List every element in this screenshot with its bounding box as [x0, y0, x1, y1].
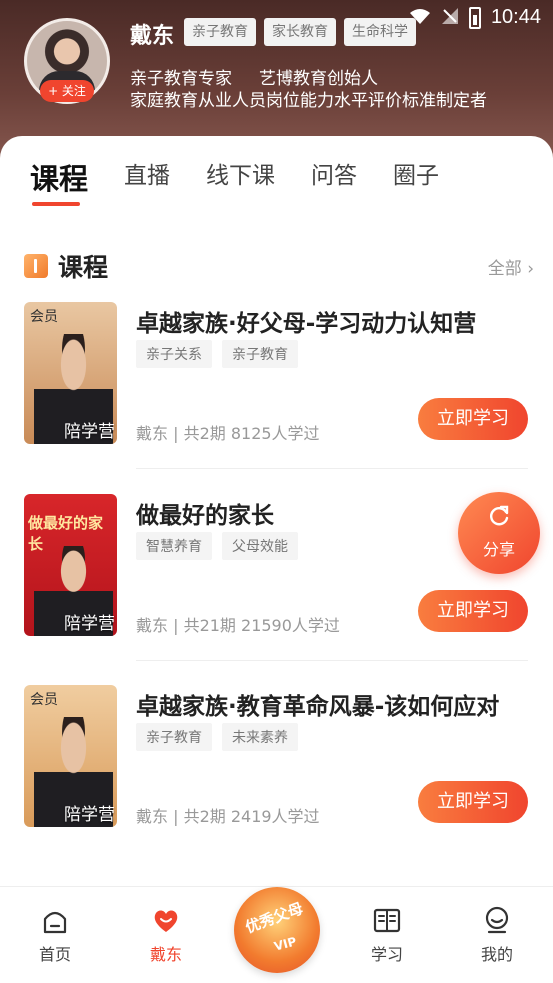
tab-qa[interactable]: 问答: [311, 156, 357, 198]
share-button[interactable]: 分享: [458, 492, 540, 574]
follow-button[interactable]: + 关注: [40, 80, 94, 102]
view-all-link[interactable]: 全部 ›: [488, 254, 534, 279]
course-cover[interactable]: 会员 陪学营: [24, 302, 117, 444]
profile-tags: 亲子教育 家长教育 生命科学: [184, 18, 416, 46]
course-tags: 亲子关系 亲子教育: [136, 340, 298, 368]
nav-home[interactable]: 首页: [25, 905, 85, 965]
course-meta: 戴东 | 共2期 8125人学过: [136, 424, 320, 443]
course-tag: 亲子关系: [136, 340, 212, 368]
nav-label: 戴东: [149, 945, 182, 964]
signal-icon: [441, 7, 459, 29]
tab-courses[interactable]: 课程: [30, 156, 88, 206]
study-now-button[interactable]: 立即学习: [418, 781, 528, 823]
profile-intro-line2: 家庭教育从业人员岗位能力水平评价标准制定者: [130, 91, 487, 111]
course-item[interactable]: 会员 陪学营 卓越家族·好父母-学习动力认知营 亲子关系 亲子教育 戴东 | 共…: [24, 302, 530, 448]
nav-profile[interactable]: 我的: [467, 905, 527, 965]
section-header: 课程 全部 ›: [24, 248, 534, 284]
vip-label: VIP: [272, 934, 298, 954]
tab-circle[interactable]: 圈子: [393, 156, 439, 198]
status-bar: 10:44: [409, 6, 541, 29]
study-now-button[interactable]: 立即学习: [418, 398, 528, 440]
tab-live[interactable]: 直播: [124, 156, 170, 198]
smile-icon: [482, 905, 512, 935]
course-title[interactable]: 卓越家族·好父母-学习动力认知营: [136, 304, 476, 338]
profile-tag: 生命科学: [344, 18, 416, 46]
share-icon: [458, 504, 540, 534]
course-meta: 戴东 | 共21期 21590人学过: [136, 616, 340, 635]
book-icon: [24, 254, 48, 278]
course-tags: 亲子教育 未来素养: [136, 723, 298, 751]
profile-tag: 亲子教育: [184, 18, 256, 46]
course-item[interactable]: 做最好的家长 陪学营 做最好的家长 智慧养育 父母效能 戴东 | 共21期 21…: [24, 494, 530, 640]
course-tag: 未来素养: [222, 723, 298, 751]
course-tag: 智慧养育: [136, 532, 212, 560]
profile-name: 戴东: [130, 24, 175, 49]
status-time: 10:44: [490, 6, 541, 28]
nav-label: 我的: [480, 945, 513, 964]
section-title: 课程: [58, 253, 109, 282]
profile-tag: 家长教育: [264, 18, 336, 46]
tab-bar: 课程 直播 线下课 问答 圈子: [30, 156, 475, 206]
divider: [136, 660, 528, 661]
nav-teacher[interactable]: 戴东: [136, 905, 196, 965]
course-meta: 戴东 | 共2期 2419人学过: [136, 807, 320, 826]
battery-icon: [468, 6, 481, 29]
course-item[interactable]: 会员 陪学营 卓越家族·教育革命风暴-该如何应对 亲子教育 未来素养 戴东 | …: [24, 685, 530, 831]
camp-badge: 陪学营: [64, 805, 115, 825]
nav-study[interactable]: 学习: [357, 905, 417, 965]
course-cover[interactable]: 会员 陪学营: [24, 685, 117, 827]
member-badge: 会员: [30, 692, 58, 708]
camp-badge: 陪学营: [64, 614, 115, 634]
vip-center-button[interactable]: 优秀父母 VIP: [234, 887, 320, 973]
course-title[interactable]: 卓越家族·教育革命风暴-该如何应对: [136, 687, 499, 721]
home-icon: [40, 905, 70, 935]
course-title[interactable]: 做最好的家长: [136, 496, 274, 530]
camp-badge: 陪学营: [64, 422, 115, 442]
course-tag: 父母效能: [222, 532, 298, 560]
course-cover[interactable]: 做最好的家长 陪学营: [24, 494, 117, 636]
course-tag: 亲子教育: [222, 340, 298, 368]
heart-icon: [151, 905, 181, 935]
divider: [136, 468, 528, 469]
book-open-icon: [372, 905, 402, 935]
bottom-nav: 首页 戴东 优秀父母 VIP 学习 我的: [0, 886, 553, 983]
member-badge: 会员: [30, 309, 58, 325]
tab-offline[interactable]: 线下课: [206, 156, 275, 198]
share-label: 分享: [482, 540, 515, 559]
course-tag: 亲子教育: [136, 723, 212, 751]
vip-center-text: 优秀父母: [242, 899, 306, 937]
study-now-button[interactable]: 立即学习: [418, 590, 528, 632]
course-tags: 智慧养育 父母效能: [136, 532, 298, 560]
nav-label: 学习: [370, 945, 403, 964]
nav-label: 首页: [38, 945, 71, 964]
